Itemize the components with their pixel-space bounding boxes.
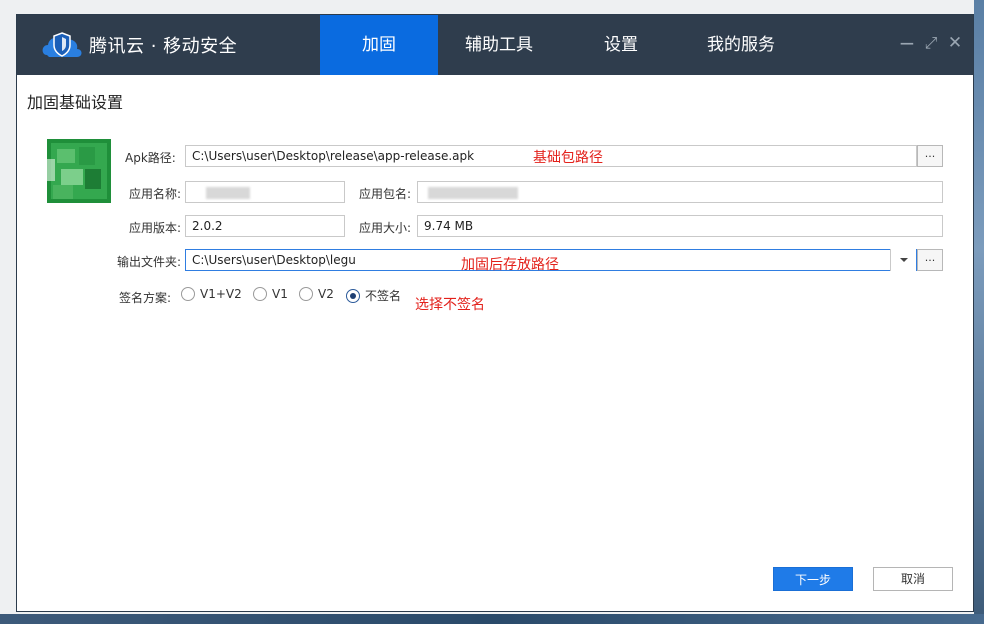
annotation-apk-path: 基础包路径 bbox=[533, 150, 603, 166]
app-window: 腾讯云 · 移动安全 加固 辅助工具 设置 我的服务 − ⤢ ✕ 加固基础设置 … bbox=[16, 14, 974, 612]
output-browse-button[interactable]: ... bbox=[917, 249, 943, 271]
next-button[interactable]: 下一步 bbox=[773, 567, 853, 591]
title-bar: 腾讯云 · 移动安全 加固 辅助工具 设置 我的服务 − ⤢ ✕ bbox=[17, 15, 973, 75]
tab-settings[interactable]: 设置 bbox=[560, 15, 682, 75]
sign-scheme-label: 签名方案: bbox=[119, 291, 172, 305]
radio-label: V1+V2 bbox=[200, 287, 242, 301]
annotation-output-path: 加固后存放路径 bbox=[461, 257, 559, 273]
size-label: 应用大小: bbox=[359, 221, 412, 235]
tab-auxiliary-tools[interactable]: 辅助工具 bbox=[438, 15, 560, 75]
app-name-label: 应用名称: bbox=[129, 187, 182, 201]
maximize-icon[interactable]: ⤢ bbox=[921, 33, 941, 53]
radio-circle bbox=[181, 287, 195, 301]
desktop-edge-bottom bbox=[0, 614, 984, 624]
apk-app-icon bbox=[47, 139, 111, 203]
cancel-button[interactable]: 取消 bbox=[873, 567, 953, 591]
app-title: 腾讯云 · 移动安全 bbox=[89, 36, 238, 57]
radio-v1[interactable]: V1 bbox=[253, 287, 288, 301]
annotation-sign: 选择不签名 bbox=[415, 297, 485, 313]
radio-v1v2[interactable]: V1+V2 bbox=[181, 287, 242, 301]
app-name-field[interactable] bbox=[185, 181, 345, 203]
redacted-app-name bbox=[206, 186, 250, 199]
radio-label: V2 bbox=[318, 287, 334, 301]
radio-circle-checked bbox=[346, 288, 360, 303]
close-icon[interactable]: ✕ bbox=[945, 33, 965, 53]
radio-label: 不签名 bbox=[365, 289, 402, 303]
radio-circle bbox=[253, 287, 267, 301]
size-field[interactable]: 9.74 MB bbox=[417, 215, 943, 237]
apk-path-label: Apk路径: bbox=[125, 151, 176, 165]
output-folder-value: C:\Users\user\Desktop\legu bbox=[192, 253, 356, 267]
package-name-field[interactable] bbox=[417, 181, 943, 203]
desktop-edge-right bbox=[974, 0, 984, 624]
radio-v2[interactable]: V2 bbox=[299, 287, 334, 301]
radio-no-sign[interactable]: 不签名 bbox=[346, 287, 401, 304]
version-label: 应用版本: bbox=[129, 221, 182, 235]
radio-circle bbox=[299, 287, 313, 301]
redacted-package-name bbox=[428, 186, 518, 199]
section-title: 加固基础设置 bbox=[27, 93, 124, 112]
chevron-down-icon[interactable] bbox=[890, 249, 916, 271]
radio-label: V1 bbox=[272, 287, 288, 301]
tab-my-services[interactable]: 我的服务 bbox=[682, 15, 800, 75]
apk-browse-button[interactable]: ... bbox=[917, 145, 943, 167]
tencent-cloud-shield-logo-icon bbox=[42, 32, 82, 57]
version-field[interactable]: 2.0.2 bbox=[185, 215, 345, 237]
package-name-label: 应用包名: bbox=[359, 187, 412, 201]
tab-reinforce[interactable]: 加固 bbox=[320, 15, 438, 75]
minimize-icon[interactable]: − bbox=[897, 33, 917, 53]
output-folder-label: 输出文件夹: bbox=[117, 255, 182, 269]
